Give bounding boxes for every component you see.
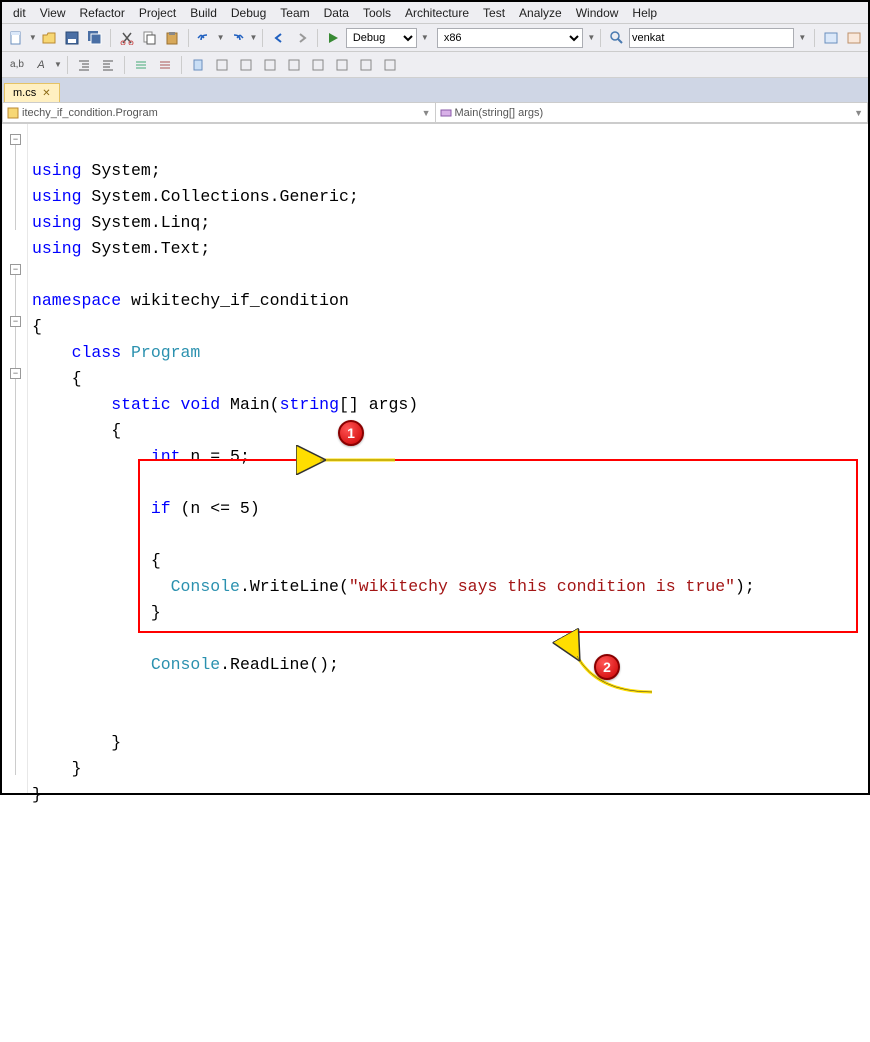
redo-icon[interactable] — [227, 27, 248, 49]
tb2-icon[interactable] — [355, 54, 377, 76]
menu-debug[interactable]: Debug — [224, 3, 273, 23]
start-icon[interactable] — [323, 27, 344, 49]
save-all-icon[interactable] — [85, 27, 106, 49]
tabbar: m.cs ✕ — [2, 78, 868, 102]
paste-icon[interactable] — [162, 27, 183, 49]
nav-back-icon[interactable] — [268, 27, 289, 49]
code-navbar: itechy_if_condition.Program ▼ Main(strin… — [2, 102, 868, 124]
nav-fwd-icon[interactable] — [291, 27, 312, 49]
indent-left-icon[interactable] — [73, 54, 95, 76]
method-dropdown[interactable]: Main(string[] args) ▼ — [435, 102, 869, 123]
tab-close-icon[interactable]: ✕ — [42, 88, 50, 99]
menu-data[interactable]: Data — [317, 3, 356, 23]
menu-project[interactable]: Project — [132, 3, 183, 23]
tab-file[interactable]: m.cs ✕ — [4, 83, 60, 102]
fold-toggle[interactable]: − — [10, 368, 21, 379]
menu-team[interactable]: Team — [273, 3, 316, 23]
fold-gutter: − − − − — [2, 124, 28, 793]
platform-dropdown[interactable]: x86 — [437, 28, 584, 48]
annotation-badge-1: 1 — [338, 420, 364, 446]
tab-label: m.cs — [13, 87, 36, 99]
annotation-arrow-1 — [256, 424, 400, 505]
chevron-down-icon: ▼ — [854, 108, 863, 118]
tb2-icon[interactable]: A — [30, 54, 52, 76]
menu-architecture[interactable]: Architecture — [398, 3, 476, 23]
undo-icon[interactable] — [194, 27, 215, 49]
class-icon — [7, 107, 19, 119]
tb2-icon[interactable] — [307, 54, 329, 76]
search-input[interactable] — [629, 28, 794, 48]
chevron-down-icon: ▼ — [422, 108, 431, 118]
tb2-icon[interactable] — [331, 54, 353, 76]
tb2-icon[interactable] — [211, 54, 233, 76]
comment-icon[interactable] — [130, 54, 152, 76]
class-dropdown[interactable]: itechy_if_condition.Program ▼ — [2, 102, 435, 123]
fold-toggle[interactable]: − — [10, 316, 21, 327]
menu-edit[interactable]: dit — [6, 3, 33, 23]
annotation-arrow-2 — [508, 624, 657, 735]
method-icon — [440, 107, 452, 119]
annotation-box — [138, 459, 858, 633]
find-icon[interactable] — [606, 27, 627, 49]
menu-test[interactable]: Test — [476, 3, 512, 23]
menu-tools[interactable]: Tools — [356, 3, 398, 23]
menu-build[interactable]: Build — [183, 3, 224, 23]
code-editor[interactable]: − − − − using System; using System.Colle… — [2, 124, 868, 793]
secondary-toolbar: a,b A ▼ — [2, 52, 868, 78]
menubar: dit View Refactor Project Build Debug Te… — [2, 2, 868, 24]
fold-toggle[interactable]: − — [10, 134, 21, 145]
uncomment-icon[interactable] — [154, 54, 176, 76]
tb2-icon[interactable] — [259, 54, 281, 76]
cut-icon[interactable] — [116, 27, 137, 49]
menu-help[interactable]: Help — [625, 3, 664, 23]
method-label: Main(string[] args) — [455, 107, 544, 119]
menu-window[interactable]: Window — [569, 3, 626, 23]
fold-toggle[interactable]: − — [10, 264, 21, 275]
copy-icon[interactable] — [139, 27, 160, 49]
menu-view[interactable]: View — [33, 3, 73, 23]
class-label: itechy_if_condition.Program — [22, 107, 158, 119]
bookmark-icon[interactable] — [187, 54, 209, 76]
indent-right-icon[interactable] — [97, 54, 119, 76]
tb2-icon[interactable] — [283, 54, 305, 76]
main-toolbar: ▼ ▼ ▼ Debug ▼ x86 ▼ ▼ — [2, 24, 868, 52]
config-dropdown[interactable]: Debug — [346, 28, 417, 48]
new-file-icon[interactable] — [6, 27, 27, 49]
extra-icon-1[interactable] — [820, 27, 841, 49]
open-file-icon[interactable] — [39, 27, 60, 49]
annotation-badge-2: 2 — [594, 654, 620, 680]
menu-refactor[interactable]: Refactor — [72, 3, 131, 23]
extra-icon-2[interactable] — [843, 27, 864, 49]
tb2-icon[interactable] — [235, 54, 257, 76]
code-content[interactable]: using System; using System.Collections.G… — [28, 124, 868, 793]
tb2-icon[interactable]: a,b — [6, 54, 28, 76]
save-icon[interactable] — [62, 27, 83, 49]
menu-analyze[interactable]: Analyze — [512, 3, 569, 23]
tb2-icon[interactable] — [379, 54, 401, 76]
